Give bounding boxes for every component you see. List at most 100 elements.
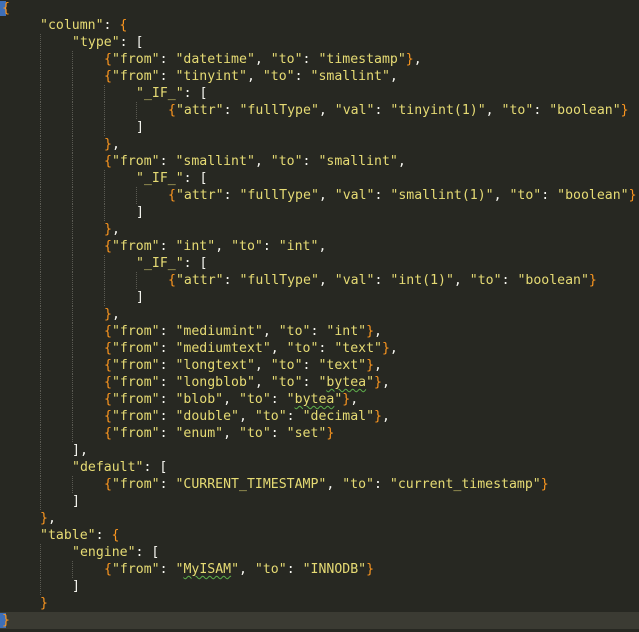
code-token: { (104, 562, 112, 577)
code-line[interactable]: "_IF_": [ (0, 170, 639, 187)
indent-guide (40, 408, 41, 425)
code-token: " (231, 562, 240, 577)
code-token: "tinyint(1)" (390, 103, 486, 118)
code-token: , (374, 324, 382, 339)
code-line[interactable]: ], (0, 442, 639, 459)
code-line[interactable]: "table": { (0, 527, 639, 544)
code-line[interactable]: {"from": "longtext", "to": "text"}, (0, 357, 639, 374)
code-line-text: {"from": "mediumtext", "to": "text"}, (104, 340, 398, 357)
code-token: : (262, 239, 279, 254)
code-line[interactable]: ] (0, 289, 639, 306)
indent-guide (40, 442, 41, 459)
code-area[interactable]: {"column": {"type": [{"from": "datetime"… (0, 0, 639, 629)
code-line[interactable]: {"from": "double", "to": "decimal"}, (0, 408, 639, 425)
code-token: bytea (326, 375, 367, 390)
code-line[interactable]: {"from": "int", "to": "int", (0, 238, 639, 255)
code-token: { (168, 103, 176, 118)
code-token: } (40, 596, 48, 611)
code-token: ] (72, 579, 80, 594)
indent-guide (40, 102, 41, 119)
code-token: "from" (111, 426, 160, 441)
code-line[interactable]: "engine": [ (0, 544, 639, 561)
code-token: } (588, 273, 597, 288)
indent-guide (40, 255, 41, 272)
code-line-text: {"from": "int", "to": "int", (104, 238, 326, 255)
code-token: "to" (254, 562, 287, 577)
code-line[interactable]: {"from": "MyISAM", "to": "INNODB"} (0, 561, 639, 578)
code-token: "mediumint" (175, 324, 263, 339)
code-token: : (286, 409, 303, 424)
indent-guide (72, 306, 73, 323)
code-line-text: } (40, 595, 48, 612)
code-line[interactable]: "type": [ (0, 34, 639, 51)
code-line[interactable]: {"from": "smallint", "to": "smallint", (0, 153, 639, 170)
code-line[interactable]: }, (0, 510, 639, 527)
code-token: "from" (111, 52, 160, 67)
code-editor[interactable]: {"column": {"type": [{"from": "datetime"… (0, 0, 639, 632)
code-token: "to" (509, 188, 542, 203)
code-line-text: {"from": "mediumint", "to": "int"}, (104, 323, 382, 340)
code-token: { (104, 69, 112, 84)
code-line[interactable]: { (0, 0, 639, 17)
indent-guide (40, 85, 41, 102)
code-token: } (381, 341, 390, 356)
code-token: } (620, 103, 629, 118)
code-token: { (119, 18, 128, 33)
code-line-text: ] (136, 119, 144, 136)
code-token: " (286, 392, 295, 407)
code-token: : (223, 188, 240, 203)
code-line[interactable]: {"from": "mediumint", "to": "int"}, (0, 323, 639, 340)
code-token: : (159, 477, 176, 492)
code-line[interactable]: } (0, 595, 639, 612)
code-line[interactable]: {"from": "mediumtext", "to": "text"}, (0, 340, 639, 357)
code-line[interactable]: {"attr": "fullType", "val": "smallint(1)… (0, 187, 639, 204)
code-line-text: {"from": "MyISAM", "to": "INNODB"} (104, 561, 374, 578)
code-token: { (168, 273, 176, 288)
code-line[interactable]: {"from": "enum", "to": "set"} (0, 425, 639, 442)
code-line[interactable]: ] (0, 493, 639, 510)
code-token: , (111, 307, 120, 322)
code-line[interactable]: {"from": "tinyint", "to": "smallint", (0, 68, 639, 85)
code-token: , (453, 273, 470, 288)
code-line[interactable]: } (0, 612, 639, 629)
code-token: "to" (231, 239, 263, 254)
code-line[interactable]: ] (0, 119, 639, 136)
code-token: : (318, 341, 335, 356)
code-line[interactable]: "default": [ (0, 459, 639, 476)
code-line[interactable]: }, (0, 306, 639, 323)
code-token: "from" (111, 341, 160, 356)
indent-guide (72, 374, 73, 391)
code-line[interactable]: }, (0, 136, 639, 153)
indent-guide (40, 561, 41, 578)
code-line[interactable]: ] (0, 578, 639, 595)
code-token: "_IF_" (136, 171, 184, 186)
code-token: , (374, 358, 382, 373)
indent-guide (72, 68, 73, 85)
indent-guide (72, 391, 73, 408)
code-line[interactable]: {"attr": "fullType", "val": "int(1)", "t… (0, 272, 639, 289)
code-token: "mediumtext" (175, 341, 271, 356)
code-line-text: ] (136, 289, 144, 306)
code-line[interactable]: {"from": "blob", "to": "bytea"}, (0, 391, 639, 408)
code-token: : (159, 375, 176, 390)
code-token: : (286, 562, 303, 577)
code-token: { (104, 324, 112, 339)
code-line[interactable]: ] (0, 204, 639, 221)
indent-guide (104, 289, 105, 306)
code-line[interactable]: {"from": "CURRENT_TIMESTAMP", "to": "cur… (0, 476, 639, 493)
code-line[interactable]: "column": { (0, 17, 639, 34)
code-line-text: "_IF_": [ (136, 85, 207, 102)
code-line[interactable]: {"from": "datetime", "to": "timestamp"}, (0, 51, 639, 68)
indent-guide (40, 153, 41, 170)
code-token: ] (72, 443, 80, 458)
code-token: : (159, 239, 176, 254)
code-token: "default" (72, 460, 144, 475)
code-token: , (254, 52, 271, 67)
code-line[interactable]: {"from": "longblob", "to": "bytea"}, (0, 374, 639, 391)
code-line[interactable]: "_IF_": [ (0, 255, 639, 272)
code-line-text: "engine": [ (72, 544, 159, 561)
code-line[interactable]: {"attr": "fullType", "val": "tinyint(1)"… (0, 102, 639, 119)
code-line[interactable]: "_IF_": [ (0, 85, 639, 102)
code-line-text: ] (136, 204, 144, 221)
code-line[interactable]: }, (0, 221, 639, 238)
